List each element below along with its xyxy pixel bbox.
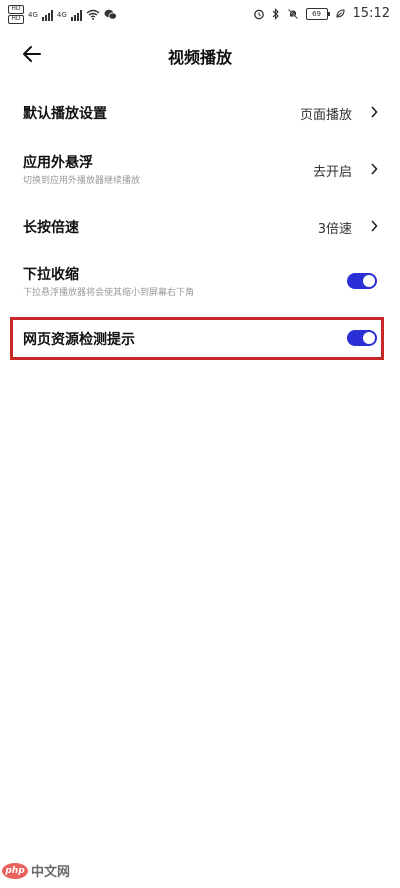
chevron-right-icon: [371, 220, 378, 232]
page-title: 视频播放: [167, 48, 232, 67]
watermark-text: 中文网: [31, 865, 71, 880]
chevron-right-icon: [371, 163, 378, 175]
mute-bell-icon: [287, 8, 298, 19]
setting-row-pull-down-shrink: 下拉收缩 下拉悬浮播放器将会使其缩小到屏幕右下角: [0, 258, 400, 304]
php-logo: php: [2, 862, 28, 879]
sim-indicators: HD HD: [8, 5, 24, 24]
setting-row-default-playback[interactable]: 默认播放设置 页面播放: [0, 92, 400, 132]
highlight-box: [10, 317, 384, 360]
setting-label: 应用外悬浮: [23, 155, 93, 171]
setting-label: 默认播放设置: [23, 106, 107, 122]
signal-icon-1: [41, 9, 53, 21]
setting-row-long-press-speed[interactable]: 长按倍速 3倍速: [0, 206, 400, 246]
leaf-icon: [335, 9, 345, 18]
network-type-2: 4G: [56, 10, 67, 19]
setting-value: 3倍速: [317, 222, 352, 237]
status-bar-right: 69 15:12: [253, 6, 390, 21]
setting-value: 去开启: [312, 165, 352, 180]
wechat-icon: [104, 9, 117, 20]
screen: HD HD 4G 4G 69 15:12 视频播放 默认播放设置 页面播放 应用…: [0, 0, 400, 888]
app-header: 视频播放: [0, 32, 400, 78]
toggle-knob: [363, 275, 375, 287]
watermark: php 中文网: [2, 861, 70, 880]
setting-row-floating-window[interactable]: 应用外悬浮 切换到应用外播放器继续播放 去开启: [0, 146, 400, 192]
chevron-right-icon: [371, 106, 378, 118]
wifi-icon: [86, 9, 100, 20]
setting-subtitle: 下拉悬浮播放器将会使其缩小到屏幕右下角: [23, 288, 195, 298]
bluetooth-icon: [272, 7, 279, 20]
network-type-1: 4G: [28, 10, 38, 19]
sim1-icon: HD: [8, 5, 24, 14]
sim2-icon: HD: [8, 15, 24, 24]
clock: 15:12: [352, 6, 390, 21]
pull-down-shrink-toggle[interactable]: [347, 273, 377, 289]
setting-value: 页面播放: [299, 108, 352, 123]
battery-icon: 69: [305, 7, 330, 20]
setting-label: 下拉收缩: [23, 267, 79, 283]
alarm-icon: [253, 9, 264, 19]
setting-label: 长按倍速: [23, 220, 79, 236]
signal-icon-2: [70, 9, 82, 21]
setting-subtitle: 切换到应用外播放器继续播放: [23, 176, 141, 186]
status-bar-left: HD HD 4G 4G: [8, 5, 117, 24]
status-bar: HD HD 4G 4G 69 15:12: [0, 0, 400, 28]
